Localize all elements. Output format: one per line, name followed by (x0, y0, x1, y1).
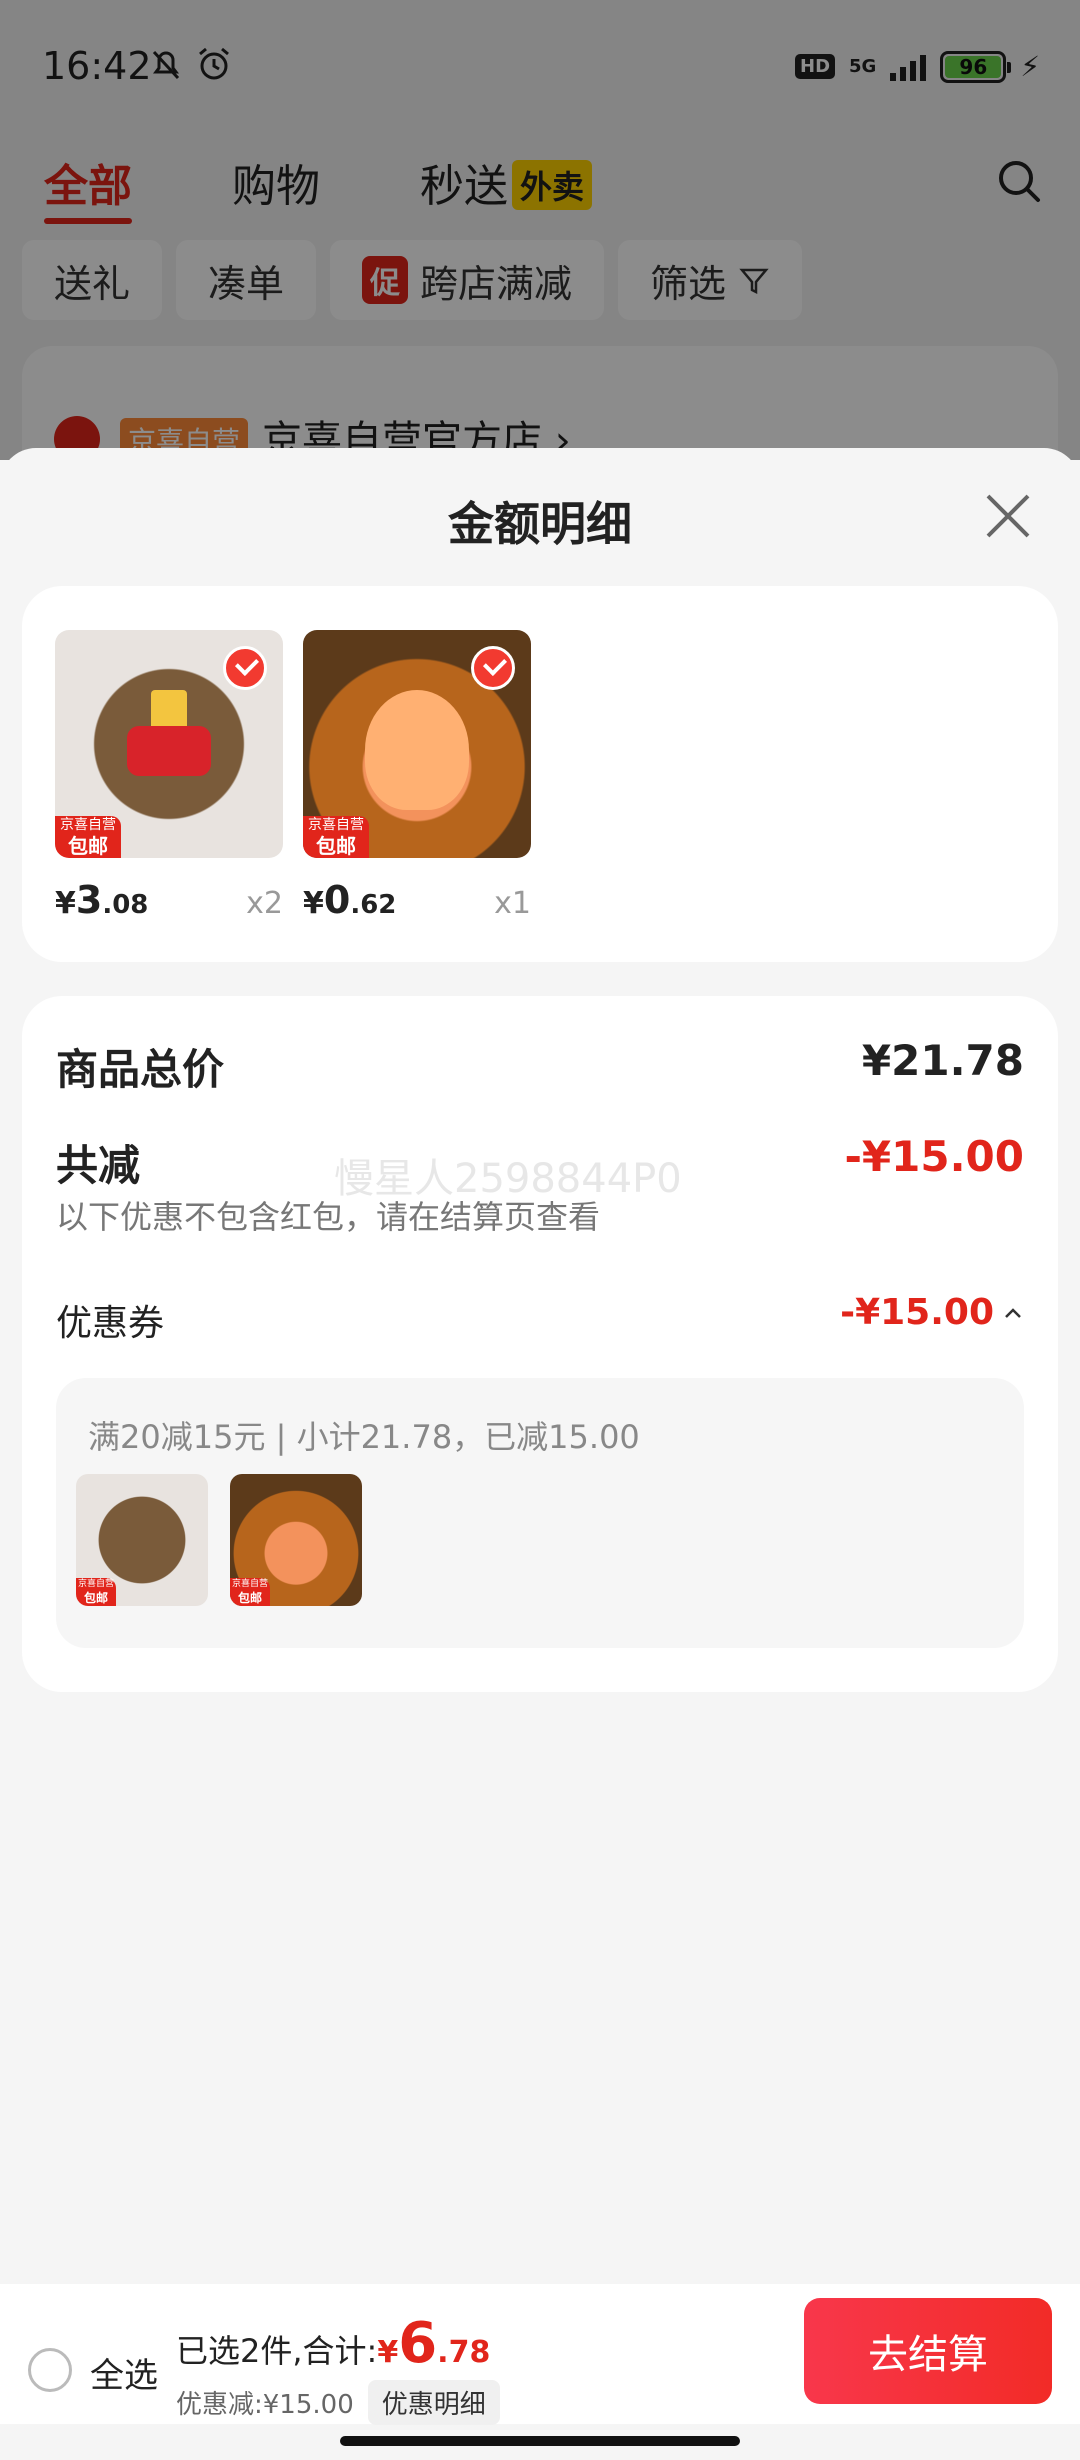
product-item[interactable]: 京喜自营 包邮 ¥3.08 x2 (55, 630, 283, 922)
product-image-detail (151, 690, 187, 730)
product-image-detail (127, 726, 211, 776)
free-shipping-tag: 京喜自营 包邮 (76, 1578, 116, 1606)
discount-line: 优惠减:¥15.00 优惠明细 (176, 2380, 500, 2425)
ship-tag-bottom: 包邮 (237, 1591, 262, 1605)
checkout-button[interactable]: 去结算 (804, 2298, 1052, 2404)
discount-detail-button[interactable]: 优惠明细 (367, 2380, 500, 2425)
checkout-bar: 全选 已选2件,合计: ¥ 6 .78 优惠减:¥15.00 优惠明细 去结算 (0, 2284, 1080, 2425)
select-all-checkbox[interactable] (28, 2348, 72, 2392)
coupon-product-thumb: 京喜自营 包邮 (230, 1474, 362, 1606)
ship-tag-bottom: 包邮 (68, 834, 108, 858)
total-price-label: 商品总价 (56, 1045, 225, 1094)
product-image: 京喜自营 包邮 (55, 630, 283, 858)
total-decimal: .78 (437, 2335, 491, 2370)
product-image: 京喜自营 包邮 (303, 630, 531, 858)
reduction-value: -¥15.00 (844, 1132, 1024, 1181)
reduction-note: 以下优惠不包含红包，请在结算页查看 (56, 1198, 601, 1236)
ship-tag-top: 京喜自营 (60, 817, 116, 833)
price-decimal: .08 (102, 890, 149, 920)
chevron-up-icon (1005, 1307, 1021, 1318)
total-summary: 已选2件,合计: ¥ 6 .78 (176, 2316, 490, 2372)
selected-check-icon[interactable] (471, 646, 515, 690)
price-row: ¥0.62 x1 (303, 878, 531, 922)
amount-detail-sheet: 金额明细 京喜自营 包邮 ¥3.08 x2 京喜自营 包邮 ¥0.62 x1 商… (0, 448, 1080, 2284)
coupon-value: -¥15.00 (840, 1292, 994, 1333)
coupon-product-thumb: 京喜自营 包邮 (76, 1474, 208, 1606)
selected-count-text: 已选2件,合计: (176, 2332, 378, 2370)
home-indicator[interactable] (340, 2436, 740, 2446)
price-decimal: .62 (350, 890, 397, 920)
coupon-detail-box: 满20减15元 | 小计21.78，已减15.00 京喜自营 包邮 京喜自营 包… (56, 1378, 1024, 1648)
sheet-title: 金额明细 (448, 497, 632, 551)
free-shipping-tag: 京喜自营 包邮 (55, 816, 121, 858)
product-item[interactable]: 京喜自营 包邮 ¥0.62 x1 (303, 630, 531, 922)
select-all-label[interactable]: 全选 (90, 2348, 158, 2397)
ship-tag-top: 京喜自营 (308, 817, 364, 833)
ship-tag-bottom: 包邮 (316, 834, 356, 858)
ship-tag-top: 京喜自营 (77, 1579, 114, 1589)
reduction-label: 共减 (56, 1141, 141, 1190)
price-integer: 0 (323, 878, 351, 922)
price-currency: ¥ (55, 886, 76, 921)
total-integer: 6 (398, 2311, 438, 2376)
free-shipping-tag: 京喜自营 包邮 (303, 816, 369, 858)
ship-tag-bottom: 包邮 (83, 1591, 108, 1605)
price-integer: 3 (75, 878, 103, 922)
dim-overlay[interactable] (0, 0, 1080, 460)
total-currency: ¥ (377, 2335, 399, 2370)
product-price: ¥3.08 (55, 878, 148, 922)
coupon-label: 优惠券 (56, 1303, 165, 1344)
product-image-detail (365, 690, 469, 810)
price-row: ¥3.08 x2 (55, 878, 283, 922)
selected-check-icon[interactable] (223, 646, 267, 690)
product-quantity: x1 (494, 886, 531, 921)
close-icon[interactable] (980, 488, 1036, 544)
product-price: ¥0.62 (303, 878, 396, 922)
price-currency: ¥ (303, 886, 324, 921)
price-summary-card: 商品总价 ¥21.78 共减 慢星人2598844P0 -¥15.00 以下优惠… (22, 996, 1058, 1692)
free-shipping-tag: 京喜自营 包邮 (230, 1578, 270, 1606)
total-price-value: ¥21.78 (861, 1036, 1024, 1085)
discount-text: 优惠减:¥15.00 (176, 2390, 354, 2420)
ship-tag-top: 京喜自营 (231, 1579, 268, 1589)
selected-items-card: 京喜自营 包邮 ¥3.08 x2 京喜自营 包邮 ¥0.62 x1 (22, 586, 1058, 962)
coupon-description: 满20减15元 | 小计21.78，已减15.00 (88, 1418, 640, 1456)
coupon-toggle[interactable]: -¥15.00 (840, 1292, 1024, 1333)
product-quantity: x2 (246, 886, 283, 921)
